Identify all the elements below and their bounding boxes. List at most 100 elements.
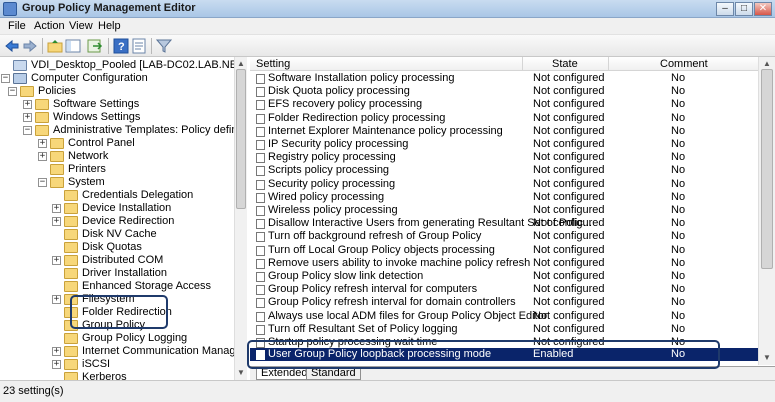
tree-item[interactable]: + Device Installation: [0, 202, 234, 215]
tree-item[interactable]: + Windows Settings: [0, 111, 234, 124]
up-folder-icon[interactable]: [47, 38, 63, 54]
list-scroll-thumb[interactable]: [761, 69, 773, 269]
setting-name: Wireless policy processing: [268, 204, 398, 216]
show-tree-icon[interactable]: [65, 38, 81, 54]
setting-row[interactable]: Turn off Resultant Set of Policy logging…: [250, 323, 758, 336]
expand-icon[interactable]: +: [52, 360, 61, 369]
expand-icon[interactable]: +: [23, 113, 32, 122]
setting-comment: No: [671, 85, 686, 98]
tree-scroll-thumb[interactable]: [236, 69, 246, 209]
tree-item[interactable]: − Policies: [0, 85, 234, 98]
setting-row[interactable]: Folder Redirection policy processing Not …: [250, 112, 758, 125]
setting-row[interactable]: Group Policy refresh interval for domain…: [250, 296, 758, 309]
collapse-icon[interactable]: −: [8, 87, 17, 96]
close-button[interactable]: ✕: [754, 2, 772, 16]
setting-row[interactable]: Group Policy slow link detection Not conf…: [250, 270, 758, 283]
filter-icon[interactable]: [156, 38, 172, 54]
expand-icon[interactable]: +: [52, 347, 61, 356]
tree-item-label: Printers: [68, 163, 106, 175]
setting-row[interactable]: Scripts policy processing Not configured N…: [250, 164, 758, 177]
setting-state: Not configured: [533, 256, 605, 269]
setting-row[interactable]: Always use local ADM files for Group Pol…: [250, 310, 758, 323]
tree-item[interactable]: Disk NV Cache: [0, 228, 234, 241]
collapse-icon[interactable]: −: [38, 178, 47, 187]
setting-row[interactable]: EFS recovery policy processing Not config…: [250, 98, 758, 111]
tree-item[interactable]: Kerberos: [0, 371, 234, 380]
expand-icon[interactable]: +: [23, 100, 32, 109]
minimize-button[interactable]: –: [716, 2, 734, 16]
properties-icon[interactable]: [131, 38, 147, 54]
setting-row[interactable]: Internet Explorer Maintenance policy pro…: [250, 125, 758, 138]
setting-row[interactable]: Turn off Local Group Policy objects proc…: [250, 244, 758, 257]
setting-row[interactable]: Registry policy processing Not configured…: [250, 151, 758, 164]
highlight-group-policy: [70, 295, 168, 329]
column-state[interactable]: State: [552, 58, 578, 70]
setting-row[interactable]: Wireless policy processing Not configured…: [250, 204, 758, 217]
setting-state: Not configured: [533, 85, 605, 98]
setting-comment: No: [671, 243, 686, 256]
back-icon[interactable]: [4, 38, 20, 54]
setting-icon: [256, 285, 265, 296]
tree-item[interactable]: + iSCSI: [0, 358, 234, 371]
folder-icon: [64, 190, 78, 201]
folder-icon: [64, 203, 78, 214]
export-icon[interactable]: [87, 38, 103, 54]
setting-icon: [256, 311, 265, 322]
help-icon[interactable]: ?: [113, 38, 129, 54]
menu-help[interactable]: Help: [98, 20, 121, 32]
setting-name: Always use local ADM files for Group Pol…: [268, 309, 548, 322]
setting-name: Folder Redirection policy processing: [268, 111, 446, 124]
expand-icon[interactable]: +: [38, 152, 47, 161]
setting-row[interactable]: Group Policy refresh interval for comput…: [250, 283, 758, 296]
setting-row[interactable]: IP Security policy processing Not configu…: [250, 138, 758, 151]
folder-icon: [64, 242, 78, 253]
tree-item[interactable]: − Computer Configuration: [0, 72, 234, 85]
setting-row[interactable]: Disk Quota policy processing Not configur…: [250, 85, 758, 98]
collapse-icon[interactable]: −: [23, 126, 32, 135]
tree-item[interactable]: + Device Redirection: [0, 215, 234, 228]
scroll-down-icon[interactable]: ▼: [761, 353, 773, 362]
tree-item[interactable]: − Administrative Templates: Policy defini…: [0, 124, 246, 137]
scroll-up-icon[interactable]: ▲: [761, 59, 773, 68]
expand-icon[interactable]: +: [52, 204, 61, 213]
column-setting[interactable]: Setting: [256, 58, 290, 70]
list-scrollbar[interactable]: ▲ ▼: [758, 57, 775, 365]
setting-comment: No: [671, 256, 686, 269]
setting-row[interactable]: Software Installation policy processing N…: [250, 72, 758, 85]
tree-item[interactable]: Credentials Delegation: [0, 189, 234, 202]
expand-icon[interactable]: +: [52, 256, 61, 265]
setting-icon: [256, 298, 265, 309]
column-comment[interactable]: Comment: [660, 58, 708, 70]
setting-row[interactable]: Remove users ability to invoke machine p…: [250, 257, 758, 270]
tree-item[interactable]: + Network: [0, 150, 234, 163]
tree-item[interactable]: + Software Settings: [0, 98, 234, 111]
forward-icon[interactable]: [22, 38, 38, 54]
tree-item[interactable]: + Distributed COM: [0, 254, 234, 267]
menu-file[interactable]: File: [8, 20, 26, 32]
expand-icon[interactable]: +: [38, 139, 47, 148]
setting-row[interactable]: Wired policy processing Not configured No: [250, 191, 758, 204]
tree-scrollbar[interactable]: ▲ ▼: [234, 57, 247, 380]
tree-item[interactable]: Disk Quotas: [0, 241, 234, 254]
tree-item[interactable]: − System: [0, 176, 234, 189]
setting-row[interactable]: Turn off background refresh of Group Pol…: [250, 230, 758, 243]
expand-icon[interactable]: +: [52, 217, 61, 226]
setting-comment: No: [671, 270, 686, 282]
tree-item[interactable]: + Control Panel: [0, 137, 234, 150]
tree-item[interactable]: Driver Installation: [0, 267, 234, 280]
tree-item[interactable]: Printers: [0, 163, 234, 176]
setting-state: Not configured: [533, 151, 605, 164]
tree-item[interactable]: VDI_Desktop_Pooled [LAB-DC02.LAB.NET] Po…: [0, 59, 246, 72]
menu-action[interactable]: Action: [34, 20, 65, 32]
setting-row[interactable]: Disallow Interactive Users from generati…: [250, 217, 758, 230]
tree-item[interactable]: Group Policy Logging: [0, 332, 234, 345]
scroll-up-icon[interactable]: ▲: [236, 59, 246, 68]
tree-item[interactable]: Enhanced Storage Access: [0, 280, 234, 293]
tree-item[interactable]: + Internet Communication Management: [0, 345, 246, 358]
menu-view[interactable]: View: [69, 20, 93, 32]
collapse-icon[interactable]: −: [1, 74, 10, 83]
scroll-down-icon[interactable]: ▼: [236, 368, 246, 377]
maximize-button[interactable]: □: [735, 2, 753, 16]
setting-row[interactable]: Security policy processing Not configured…: [250, 178, 758, 191]
expand-icon[interactable]: +: [52, 295, 61, 304]
